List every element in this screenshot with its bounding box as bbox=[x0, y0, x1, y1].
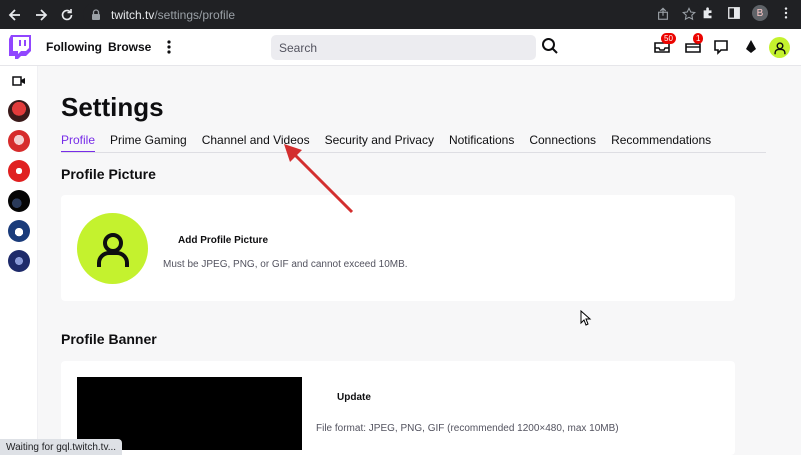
tabs-divider bbox=[61, 152, 766, 153]
back-icon[interactable] bbox=[4, 4, 26, 26]
twitch-logo-icon[interactable] bbox=[9, 35, 31, 59]
profile-picture-card: Add Profile Picture Must be JPEG, PNG, o… bbox=[61, 195, 735, 301]
channel-avatar[interactable] bbox=[8, 130, 30, 152]
channel-avatar[interactable] bbox=[8, 160, 30, 182]
url-text: twitch.tv/settings/profile bbox=[111, 8, 235, 22]
notifications-icon[interactable]: 1 bbox=[684, 33, 704, 56]
annotation-arrow bbox=[284, 144, 354, 214]
profile-banner-heading: Profile Banner bbox=[61, 331, 157, 347]
reload-icon[interactable] bbox=[56, 4, 78, 26]
forward-icon[interactable] bbox=[30, 4, 52, 26]
browser-menu-icon[interactable] bbox=[778, 5, 794, 21]
profile-banner-hint: File format: JPEG, PNG, GIF (recommended… bbox=[316, 423, 619, 434]
url-path: /settings/profile bbox=[154, 7, 236, 22]
more-options-icon[interactable] bbox=[164, 38, 174, 56]
browser-status-bar: Waiting for gql.twitch.tv... bbox=[0, 439, 123, 455]
extensions-icon[interactable] bbox=[700, 5, 716, 21]
browser-profile-avatar[interactable]: B bbox=[752, 5, 768, 21]
mouse-cursor-icon bbox=[580, 310, 592, 326]
channel-avatar[interactable] bbox=[8, 190, 30, 212]
channel-avatar[interactable] bbox=[8, 220, 30, 242]
whispers-icon[interactable] bbox=[712, 38, 730, 56]
profile-picture-hint: Must be JPEG, PNG, or GIF and cannot exc… bbox=[163, 259, 408, 270]
profile-banner-card: Update File format: JPEG, PNG, GIF (reco… bbox=[61, 361, 735, 455]
tab-connections[interactable]: Connections bbox=[529, 133, 596, 153]
twitch-top-nav: Following Browse Search 50 1 bbox=[0, 29, 801, 66]
user-avatar[interactable] bbox=[769, 37, 790, 58]
channel-avatar[interactable] bbox=[8, 100, 30, 122]
bits-icon[interactable] bbox=[742, 38, 760, 56]
profile-picture-heading: Profile Picture bbox=[61, 166, 156, 182]
tab-recommendations[interactable]: Recommendations bbox=[611, 133, 711, 153]
search-icon[interactable] bbox=[541, 37, 559, 55]
side-panel-icon[interactable] bbox=[726, 5, 742, 21]
followed-channels-rail bbox=[0, 66, 38, 455]
channel-avatar[interactable] bbox=[8, 250, 30, 272]
tab-notifications[interactable]: Notifications bbox=[449, 133, 514, 153]
update-banner-button[interactable]: Update bbox=[331, 390, 377, 405]
share-icon[interactable] bbox=[655, 6, 671, 22]
nav-following-link[interactable]: Following bbox=[46, 40, 102, 54]
browser-toolbar: twitch.tv/settings/profile B bbox=[0, 0, 801, 29]
inbox-icon[interactable]: 50 bbox=[653, 33, 676, 56]
address-bar[interactable]: twitch.tv/settings/profile bbox=[83, 3, 703, 26]
bookmark-star-icon[interactable] bbox=[681, 6, 697, 22]
settings-main: Settings Profile Prime Gaming Channel an… bbox=[38, 66, 801, 455]
lock-icon bbox=[92, 8, 100, 20]
nav-browse-link[interactable]: Browse bbox=[108, 40, 151, 54]
user-silhouette-icon bbox=[96, 232, 129, 267]
video-camera-icon[interactable] bbox=[12, 75, 26, 87]
user-silhouette-icon bbox=[773, 41, 786, 54]
tab-prime-gaming[interactable]: Prime Gaming bbox=[110, 133, 187, 153]
profile-picture-avatar[interactable] bbox=[77, 213, 148, 284]
inbox-count-badge: 50 bbox=[661, 33, 676, 44]
tab-profile[interactable]: Profile bbox=[61, 133, 96, 153]
page-title: Settings bbox=[61, 92, 164, 122]
search-input[interactable]: Search bbox=[271, 35, 536, 60]
url-host: twitch.tv bbox=[111, 7, 155, 22]
add-profile-picture-button[interactable]: Add Profile Picture bbox=[178, 235, 268, 246]
settings-tabs: Profile Prime Gaming Channel and Videos … bbox=[61, 133, 726, 153]
